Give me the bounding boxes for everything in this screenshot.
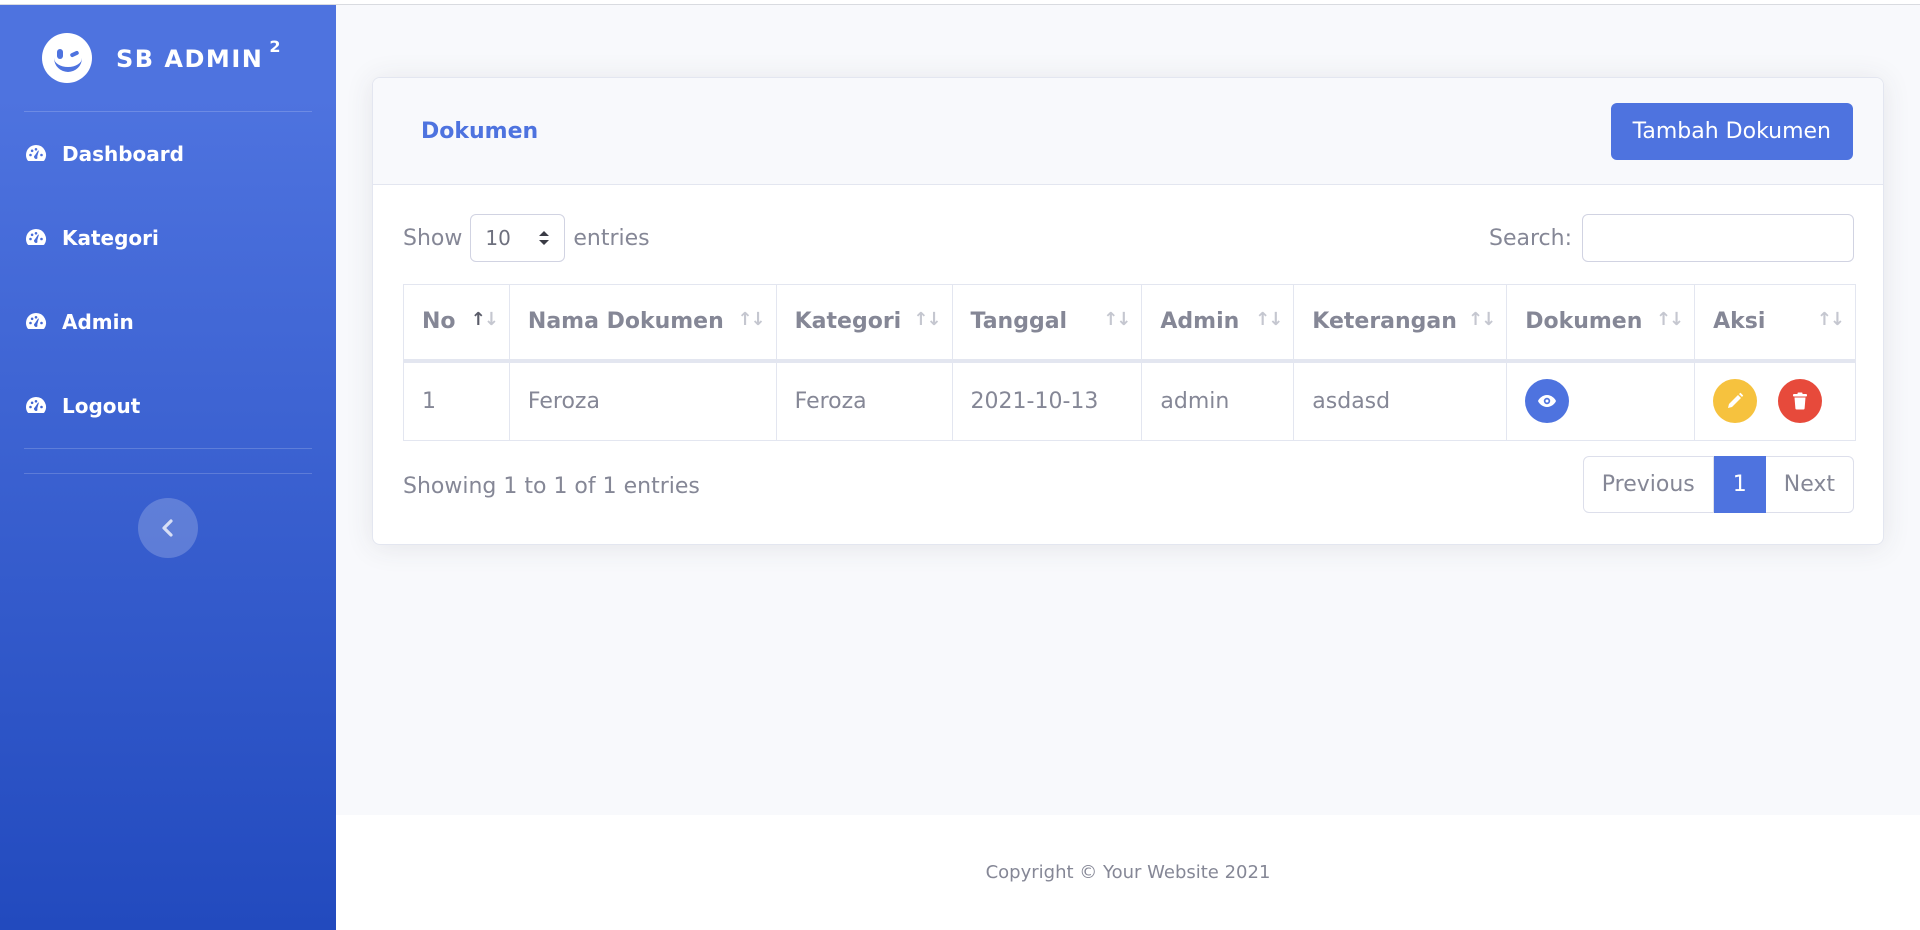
sidebar-item-label: Kategori	[62, 226, 159, 250]
table-row: 1 Feroza Feroza 2021-10-13 admin asdasd	[403, 360, 1856, 441]
sort-icon: ↑↓	[1655, 309, 1684, 330]
sidebar-item-admin[interactable]: Admin	[0, 280, 336, 364]
tachometer-icon	[26, 397, 46, 413]
card-header: Dokumen Tambah Dokumen	[373, 78, 1883, 185]
column-header-dokumen[interactable]: Dokumen ↑↓	[1506, 284, 1696, 363]
add-document-button[interactable]: Tambah Dokumen	[1610, 102, 1853, 160]
laugh-wink-icon	[42, 33, 92, 83]
sort-icon: ↑↓	[1468, 309, 1496, 330]
table-header-row: No ↑↓ Nama Dokumen ↑↓ Kategori ↑↓ Tanggal ↑↓…	[403, 284, 1856, 363]
column-header-nama-dokumen[interactable]: Nama Dokumen ↑↓	[508, 284, 777, 363]
cell-keterangan: asdasd	[1293, 360, 1508, 441]
content-wrapper: Dokumen Tambah Dokumen Show 10 entries S…	[336, 5, 1920, 930]
edit-button[interactable]	[1713, 379, 1758, 424]
trash-icon	[1793, 392, 1808, 410]
cell-kategori: Feroza	[775, 360, 953, 441]
sidebar-item-label: Admin	[62, 310, 134, 334]
view-document-button[interactable]	[1525, 379, 1570, 424]
sidebar-item-dashboard[interactable]: Dashboard	[0, 112, 336, 196]
copyright-text: Copyright © Your Website 2021	[985, 862, 1271, 883]
entries-label: entries	[573, 225, 650, 251]
column-header-tanggal[interactable]: Tanggal ↑↓	[951, 284, 1143, 363]
eye-icon	[1538, 395, 1557, 408]
cell-admin: admin	[1141, 360, 1295, 441]
delete-button[interactable]	[1778, 379, 1823, 424]
cell-no: 1	[403, 360, 510, 441]
pagination: Previous 1 Next	[1582, 456, 1854, 513]
sort-icon: ↑↓	[1103, 309, 1131, 330]
sort-arrows-icon	[539, 231, 550, 245]
pagination-next[interactable]: Next	[1765, 456, 1854, 513]
sidebar: SB ADMIN 2 Dashboard Kategori Admin Logou…	[0, 5, 336, 930]
brand-name: SB ADMIN 2	[116, 37, 282, 73]
column-header-no[interactable]: No ↑↓	[403, 284, 510, 363]
pagination-page-1[interactable]: 1	[1713, 456, 1766, 513]
search-filter: Search:	[1489, 214, 1854, 262]
sort-icon: ↑↓	[737, 309, 765, 330]
card-title: Dokumen	[421, 118, 539, 144]
sidebar-divider	[24, 448, 312, 449]
entries-select-value: 10	[485, 226, 511, 250]
sort-icon: ↑↓	[1255, 309, 1283, 330]
table-info: Showing 1 to 1 of 1 entries	[403, 474, 700, 499]
sort-icon: ↑↓	[913, 309, 941, 330]
cell-nama-dokumen: Feroza	[508, 360, 777, 441]
column-header-kategori[interactable]: Kategori ↑↓	[775, 284, 953, 363]
sidebar-item-logout[interactable]: Logout	[0, 364, 336, 448]
documents-table: No ↑↓ Nama Dokumen ↑↓ Kategori ↑↓ Tanggal ↑↓…	[403, 284, 1856, 441]
cell-dokumen	[1506, 360, 1696, 441]
table-controls: Show 10 entries Search:	[403, 214, 1854, 262]
entries-select[interactable]: 10	[470, 214, 566, 262]
sidebar-item-label: Logout	[62, 394, 141, 418]
chevron-left-icon	[162, 519, 173, 537]
entries-length: Show 10 entries	[403, 214, 650, 262]
cell-tanggal: 2021-10-13	[951, 360, 1143, 441]
sidebar-toggle-button[interactable]	[138, 498, 198, 558]
sidebar-item-kategori[interactable]: Kategori	[0, 196, 336, 280]
tachometer-icon	[26, 313, 46, 329]
column-header-keterangan[interactable]: Keterangan ↑↓	[1293, 284, 1508, 363]
sort-icon: ↑↓	[470, 309, 499, 330]
column-header-aksi[interactable]: Aksi ↑↓	[1694, 284, 1856, 363]
cell-aksi	[1694, 360, 1856, 441]
sidebar-divider	[24, 473, 312, 474]
tachometer-icon	[26, 229, 46, 245]
show-label: Show	[403, 225, 463, 251]
footer: Copyright © Your Website 2021	[336, 815, 1920, 930]
pagination-previous[interactable]: Previous	[1582, 456, 1714, 513]
sort-icon: ↑↓	[1816, 309, 1845, 330]
search-label: Search:	[1489, 225, 1572, 251]
sidebar-brand[interactable]: SB ADMIN 2	[0, 5, 336, 111]
pencil-icon	[1728, 393, 1744, 409]
documents-card: Dokumen Tambah Dokumen Show 10 entries S…	[372, 77, 1884, 545]
sidebar-item-label: Dashboard	[62, 142, 184, 166]
column-header-admin[interactable]: Admin ↑↓	[1141, 284, 1295, 363]
search-input[interactable]	[1582, 214, 1854, 262]
tachometer-icon	[26, 145, 46, 161]
